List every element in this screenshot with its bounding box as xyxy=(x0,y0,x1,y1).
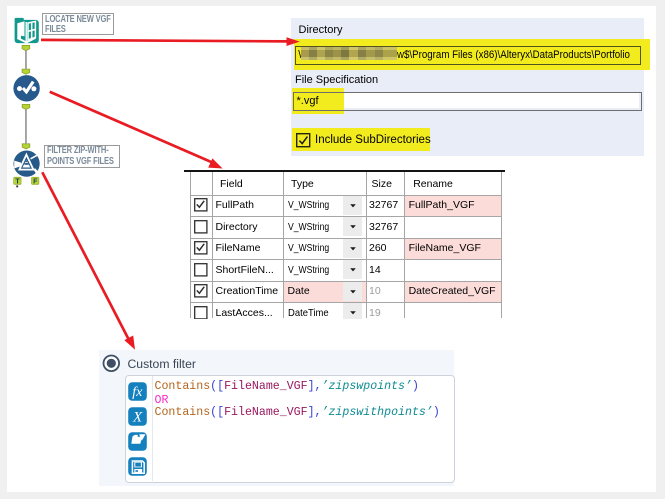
svg-text:F: F xyxy=(33,178,38,185)
svg-text:T: T xyxy=(15,178,20,185)
